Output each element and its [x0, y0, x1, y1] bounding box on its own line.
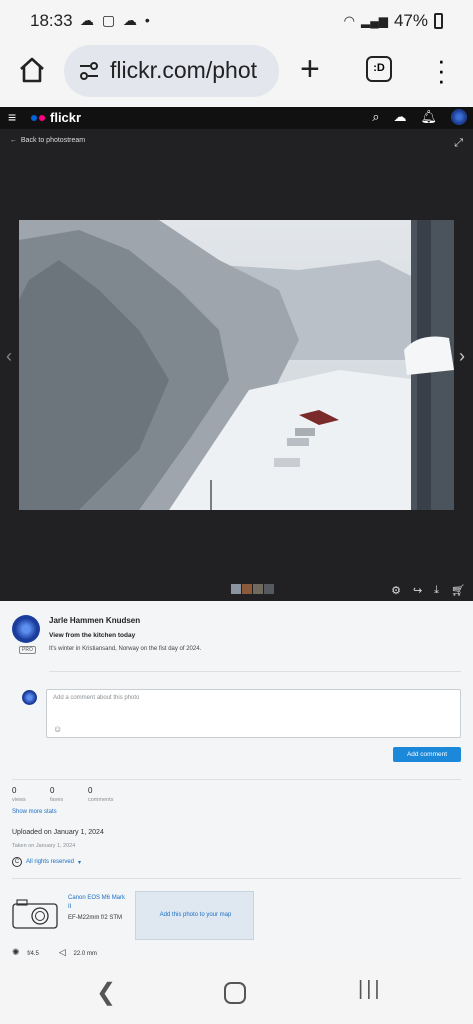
signal-icon: ▂▄▆ [361, 14, 388, 28]
next-photo-icon[interactable]: › [459, 346, 465, 367]
hamburger-menu-icon[interactable]: ≡ [8, 109, 16, 125]
uploaded-date: Uploaded on January 1, 2024 [12, 829, 104, 836]
address-bar[interactable]: flickr.com/phot [64, 45, 279, 97]
comment-input[interactable]: Add a comment about this photo ☺ [46, 689, 461, 738]
stat-faves: 0 faves [50, 786, 88, 803]
previous-photo-icon[interactable]: ‹ [6, 346, 12, 367]
share-icon[interactable]: ↪ [413, 584, 422, 597]
cart-icon[interactable]: 🛒︎ [451, 584, 465, 597]
notification-bell-icon[interactable]: 🔔︎ [420, 109, 437, 125]
tab-switcher-button[interactable]: :D [366, 56, 392, 82]
divider [12, 878, 461, 879]
battery-icon [434, 13, 443, 29]
photo-description: It's winter in Kristiansand, Norway on t… [49, 646, 202, 652]
home-nav-icon[interactable] [224, 982, 246, 1004]
recent-apps-icon[interactable]: ||| [358, 978, 383, 1001]
focal-length: ◁ 22.0 mm [59, 947, 97, 958]
new-tab-icon[interactable]: + [300, 50, 320, 89]
commenter-avatar [22, 690, 37, 705]
faves-count: 0 [50, 786, 55, 795]
stat-views: 0 views [12, 786, 50, 803]
views-label: views [12, 797, 26, 803]
add-to-map-link[interactable]: Add this photo to your map [136, 912, 255, 918]
fullscreen-icon[interactable]: ⤢ [454, 137, 463, 150]
camera-icon [12, 899, 58, 929]
photo-stats: 0 views 0 faves 0 comments [12, 786, 126, 803]
photo-actions: ⚙ ↪ ⤓ 🛒︎ [391, 584, 465, 597]
download-icon[interactable]: ⤓ [434, 584, 439, 597]
upload-cloud-icon[interactable]: ☁ [393, 109, 406, 125]
show-more-stats-link[interactable]: Show more stats [12, 809, 57, 815]
flickr-header: ≡ flickr ⌕ ☁ 🔔︎ [0, 107, 473, 129]
aperture-value: f/4.5 [27, 951, 39, 957]
flickr-logo[interactable]: flickr [31, 110, 81, 125]
edit-sliders-icon[interactable]: ⚙ [391, 584, 401, 597]
battery-percent: 47% [393, 11, 428, 30]
aperture: ✺ f/4.5 [12, 947, 39, 958]
emoji-icon[interactable]: ☺ [53, 724, 62, 734]
back-label: Back to photostream [20, 137, 86, 144]
wifi-icon: ◠ [343, 13, 355, 28]
stat-comments: 0 comments [88, 786, 126, 803]
camera-model-link[interactable]: Canon EOS M6 Mark II [68, 894, 128, 912]
thumbnail[interactable] [264, 584, 274, 594]
photo-thumbnail-strip [231, 584, 274, 594]
home-icon[interactable] [18, 56, 46, 84]
add-comment-button[interactable]: Add comment [393, 747, 461, 762]
license-label: All rights reserved [26, 859, 75, 865]
back-to-photostream-link[interactable]: ← Back to photostream [10, 137, 85, 144]
notification-icons: ☁ ▢ ☁ • [80, 12, 152, 28]
back-nav-icon[interactable]: ❮ [96, 978, 116, 1007]
copyright-icon: C [12, 857, 22, 867]
add-to-map-box[interactable]: Add this photo to your map [135, 891, 254, 940]
lens-model: EF-M22mm f/2 STM [68, 915, 123, 921]
views-count: 0 [12, 786, 17, 795]
thumbnail[interactable] [253, 584, 263, 594]
logo-dot-pink [39, 114, 45, 121]
arrow-left-icon: ← [10, 137, 17, 144]
user-avatar[interactable] [451, 109, 467, 125]
thumbnail[interactable] [231, 584, 241, 594]
author-avatar[interactable] [12, 615, 40, 643]
url-text: flickr.com/phot [110, 57, 257, 83]
comments-label: comments [88, 797, 114, 803]
header-icons: ⌕ ☁ 🔔︎ [372, 109, 467, 125]
comments-count: 0 [88, 786, 93, 795]
taken-date: Taken on January 1, 2024 [12, 843, 76, 849]
status-bar: 18:33 ☁ ▢ ☁ • ◠ ▂▄▆ 47% [0, 0, 473, 42]
divider [49, 671, 461, 672]
photo-title: View from the kitchen today [49, 632, 136, 639]
site-settings-icon[interactable] [78, 60, 100, 82]
snow-scene-image [19, 220, 454, 510]
browser-toolbar: flickr.com/phot + :D · · · [0, 42, 473, 102]
browser-menu-icon[interactable]: · · · [437, 47, 446, 93]
comment-placeholder: Add a comment about this photo [53, 695, 140, 701]
main-photo[interactable] [19, 220, 454, 510]
license-dropdown[interactable]: C All rights reserved ▾ [12, 857, 81, 867]
logo-text: flickr [50, 110, 82, 125]
aperture-icon: ✺ [12, 947, 20, 957]
logo-dot-blue [31, 114, 37, 121]
divider [12, 779, 461, 780]
focal-length-value: 22.0 mm [73, 951, 97, 957]
thumbnail[interactable] [242, 584, 252, 594]
focal-length-icon: ◁ [58, 947, 66, 957]
faves-label: faves [50, 797, 64, 803]
system-nav-bar: ❮ ||| [0, 962, 473, 1024]
status-right: ◠ ▂▄▆ 47% [344, 11, 443, 31]
status-time: 18:33 [30, 11, 73, 30]
chevron-down-icon: ▾ [78, 859, 82, 866]
author-name-link[interactable]: Jarle Hammen Knudsen [49, 616, 140, 625]
pro-badge: PRO [19, 646, 36, 654]
search-icon[interactable]: ⌕ [372, 109, 379, 125]
exif-details: ✺ f/4.5 ◁ 22.0 mm [12, 947, 97, 958]
photo-viewer: ← Back to photostream ⤢ ‹ › ⚙ ↪ ⤓ 🛒︎ [0, 129, 473, 601]
